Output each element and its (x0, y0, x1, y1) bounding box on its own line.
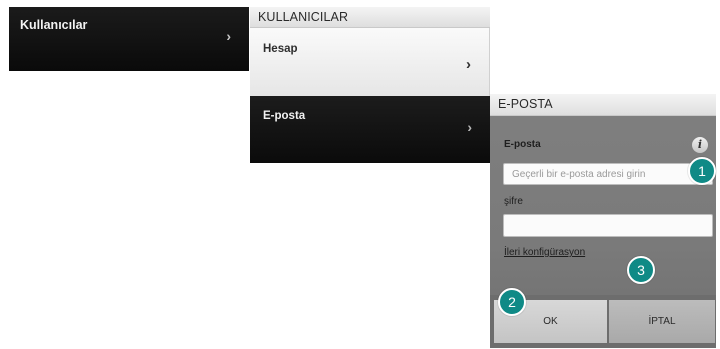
menu-item-label: Hesap (263, 43, 298, 55)
password-input[interactable] (503, 214, 713, 237)
email-input[interactable]: Geçerli bir e-posta adresi girin (503, 163, 713, 185)
callout-marker: 2 (498, 288, 526, 316)
menu-item-hesap[interactable]: Hesap › (250, 28, 490, 96)
cancel-button[interactable]: İPTAL (609, 300, 715, 343)
advanced-configuration-link[interactable]: İleri konfigürasyon (504, 247, 585, 258)
chevron-right-icon: › (467, 119, 472, 135)
panel-title: KULLANICILAR (250, 7, 490, 28)
menu-item-kullanicilar[interactable]: Kullanıcılar › (9, 7, 249, 71)
menu-item-eposta[interactable]: E-posta › (250, 96, 490, 163)
chevron-right-icon: › (466, 56, 471, 73)
dialog-title: E-POSTA (490, 94, 716, 116)
menu-item-label: E-posta (263, 110, 306, 122)
callout-marker: 3 (627, 256, 655, 284)
email-label: E-posta (504, 139, 541, 150)
info-icon[interactable]: i (692, 137, 708, 153)
email-dialog: E-POSTA E-posta i Geçerli bir e-posta ad… (490, 94, 716, 348)
password-label: şifre (504, 196, 523, 207)
menu-item-label: Kullanıcılar (20, 18, 88, 32)
callout-marker: 1 (688, 157, 716, 185)
chevron-right-icon: › (226, 28, 231, 44)
users-panel: KULLANICILAR Hesap › E-posta › (250, 7, 490, 163)
